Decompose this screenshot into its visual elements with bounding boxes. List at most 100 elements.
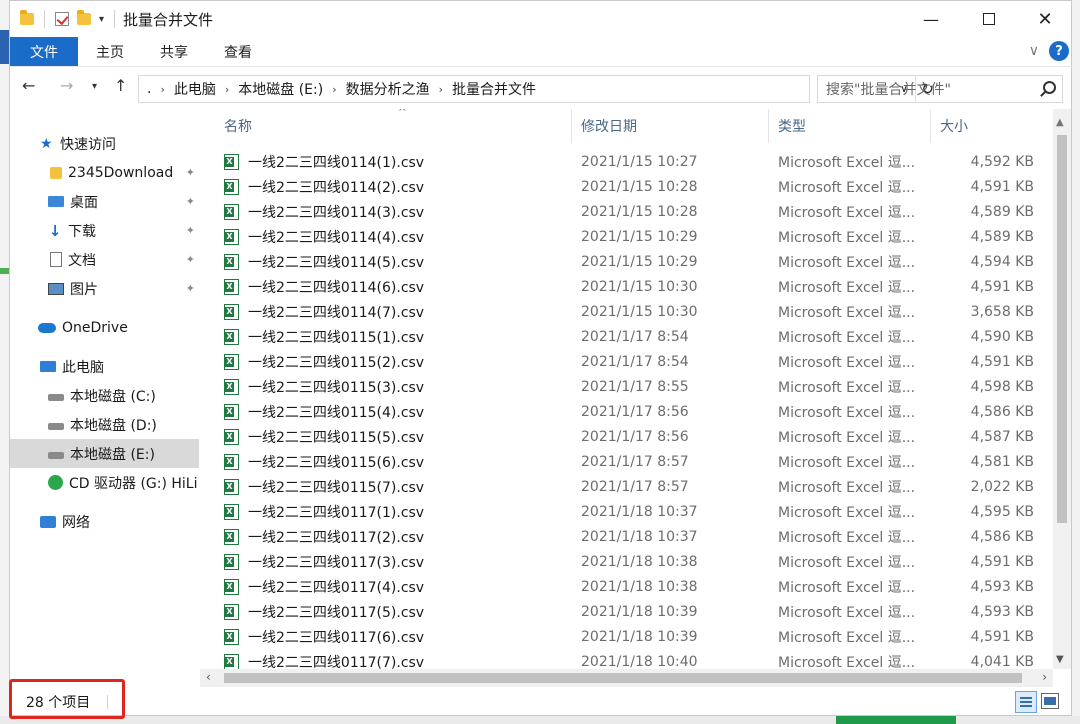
scroll-up-icon[interactable]: ▲ xyxy=(1056,117,1064,128)
file-type: Microsoft Excel 逗... xyxy=(778,204,916,221)
column-header-date[interactable]: 修改日期 xyxy=(572,109,769,143)
chevron-right-icon[interactable]: › xyxy=(439,83,443,96)
file-row[interactable]: 一线2二三四线0115(2).csv 2021/1/17 8:54 Microsof… xyxy=(200,349,1052,374)
file-row[interactable]: 一线2二三四线0115(3).csv 2021/1/17 8:55 Microsof… xyxy=(200,374,1052,399)
file-row[interactable]: 一线2二三四线0115(1).csv 2021/1/17 8:54 Microsof… xyxy=(200,324,1052,349)
pin-icon[interactable]: ✦ xyxy=(186,282,195,295)
recent-locations-dropdown-icon[interactable]: ▾ xyxy=(92,81,97,92)
nav-item-downloads[interactable]: ↓ 下载 ✦ xyxy=(10,216,199,245)
file-row[interactable]: 一线2二三四线0117(5).csv 2021/1/18 10:39 Microso… xyxy=(200,599,1052,624)
chevron-right-icon[interactable]: › xyxy=(225,83,229,96)
nav-item-desktop[interactable]: 桌面 ✦ xyxy=(10,187,199,216)
nav-item-label: 文档 xyxy=(68,252,96,269)
breadcrumb-drive-e[interactable]: 本地磁盘 (E:) xyxy=(238,79,323,99)
customize-toolbar-dropdown-icon[interactable]: ▾ xyxy=(99,14,104,25)
file-row[interactable]: 一线2二三四线0115(7).csv 2021/1/17 8:57 Microsof… xyxy=(200,474,1052,499)
close-button[interactable]: ✕ xyxy=(1015,1,1075,37)
background-app-left-edge xyxy=(0,0,9,724)
maximize-button[interactable] xyxy=(959,1,1019,37)
forward-arrow-icon[interactable]: → xyxy=(60,76,73,95)
file-row[interactable]: 一线2二三四线0114(4).csv 2021/1/15 10:29 Microso… xyxy=(200,224,1052,249)
nav-item-drive-d[interactable]: 本地磁盘 (D:) xyxy=(10,410,199,439)
column-header-size[interactable]: 大小 xyxy=(931,109,1052,143)
back-arrow-icon[interactable]: ← xyxy=(22,76,35,95)
file-row[interactable]: 一线2二三四线0117(3).csv 2021/1/18 10:38 Microso… xyxy=(200,549,1052,574)
nav-item-onedrive[interactable]: OneDrive xyxy=(10,313,199,342)
file-row[interactable]: 一线2二三四线0117(7).csv 2021/1/18 10:40 Microso… xyxy=(200,649,1052,669)
tab-view[interactable]: 查看 xyxy=(206,37,270,66)
file-name: 一线2二三四线0117(2).csv xyxy=(248,529,425,546)
tab-share[interactable]: 共享 xyxy=(142,37,206,66)
pin-icon[interactable]: ✦ xyxy=(186,253,195,266)
scroll-right-icon[interactable]: › xyxy=(1042,670,1047,684)
file-name-cell: 一线2二三四线0114(4).csv xyxy=(224,224,424,249)
excel-csv-file-icon xyxy=(224,553,239,570)
horizontal-scrollbar[interactable]: ‹ › xyxy=(200,669,1053,687)
nav-item-quick-access[interactable]: ★ 快速访问 xyxy=(10,129,199,158)
nav-item-label: 2345Download xyxy=(68,164,174,181)
file-row[interactable]: 一线2二三四线0114(1).csv 2021/1/15 10:27 Microso… xyxy=(200,149,1052,174)
scroll-left-icon[interactable]: ‹ xyxy=(206,670,211,684)
minimize-button[interactable]: — xyxy=(901,1,961,37)
file-modified-date: 2021/1/18 10:37 xyxy=(581,503,698,520)
nav-item-drive-c[interactable]: 本地磁盘 (C:) xyxy=(10,381,199,410)
chevron-right-icon[interactable]: › xyxy=(332,83,336,96)
file-row[interactable]: 一线2二三四线0114(2).csv 2021/1/15 10:28 Microso… xyxy=(200,174,1052,199)
help-icon[interactable]: ? xyxy=(1049,41,1069,61)
file-row[interactable]: 一线2二三四线0114(5).csv 2021/1/15 10:29 Microso… xyxy=(200,249,1052,274)
nav-item-documents[interactable]: 文档 ✦ xyxy=(10,245,199,274)
nav-item-network[interactable]: 网络 xyxy=(10,507,199,536)
breadcrumb-folder-analysis[interactable]: 数据分析之渔 xyxy=(346,79,430,99)
scroll-thumb[interactable] xyxy=(1057,135,1067,523)
file-name: 一线2二三四线0114(4).csv xyxy=(248,229,425,246)
breadcrumb-overflow[interactable]: . xyxy=(147,81,151,97)
details-view-icon[interactable] xyxy=(1015,691,1037,713)
excel-csv-file-icon xyxy=(224,453,239,470)
expand-ribbon-chevron-icon[interactable]: ∨ xyxy=(1029,43,1039,59)
search-icon[interactable] xyxy=(1043,81,1056,94)
search-input[interactable]: 搜索"批量合并文件" xyxy=(817,75,1063,103)
breadcrumb-this-pc[interactable]: 此电脑 xyxy=(174,79,216,99)
file-row[interactable]: 一线2二三四线0114(7).csv 2021/1/15 10:30 Microso… xyxy=(200,299,1052,324)
new-folder-icon[interactable] xyxy=(77,10,91,25)
file-row[interactable]: 一线2二三四线0115(5).csv 2021/1/17 8:56 Microsof… xyxy=(200,424,1052,449)
scroll-thumb[interactable] xyxy=(224,673,1022,683)
chevron-right-icon[interactable]: › xyxy=(160,83,164,96)
nav-item-pictures[interactable]: 图片 ✦ xyxy=(10,274,199,303)
pin-icon[interactable]: ✦ xyxy=(186,166,195,179)
column-header-name[interactable]: 名称 xyxy=(200,109,572,143)
file-type: Microsoft Excel 逗... xyxy=(778,354,916,371)
file-row[interactable]: 一线2二三四线0114(3).csv 2021/1/15 10:28 Microso… xyxy=(200,199,1052,224)
column-header-type[interactable]: 类型 xyxy=(769,109,931,143)
nav-item-cd-drive[interactable]: CD 驱动器 (G:) HiLi xyxy=(10,468,199,497)
address-bar[interactable]: . › 此电脑 › 本地磁盘 (E:) › 数据分析之渔 › 批量合并文件 ∨ … xyxy=(138,75,934,103)
pin-icon[interactable]: ✦ xyxy=(186,195,195,208)
tab-home[interactable]: 主页 xyxy=(78,37,142,66)
file-name: 一线2二三四线0115(1).csv xyxy=(248,329,425,346)
nav-item-this-pc[interactable]: 此电脑 xyxy=(10,352,199,381)
file-row[interactable]: 一线2二三四线0117(1).csv 2021/1/18 10:37 Microso… xyxy=(200,499,1052,524)
pin-icon[interactable]: ✦ xyxy=(186,224,195,237)
excel-csv-file-icon xyxy=(224,153,239,170)
vertical-scrollbar[interactable]: ▲ ▼ xyxy=(1053,109,1071,669)
nav-item-drive-e[interactable]: 本地磁盘 (E:) xyxy=(10,439,199,468)
file-type: Microsoft Excel 逗... xyxy=(778,554,916,571)
file-row[interactable]: 一线2二三四线0117(6).csv 2021/1/18 10:39 Microso… xyxy=(200,624,1052,649)
picture-icon xyxy=(48,282,64,295)
file-name: 一线2二三四线0117(6).csv xyxy=(248,629,425,646)
file-explorer-window: ▾ 批量合并文件 — ✕ 文件 主页 共享 查看 ∨ ? ← → ▾ ↑ . ›… xyxy=(9,0,1075,719)
file-row[interactable]: 一线2二三四线0114(6).csv 2021/1/15 10:30 Microso… xyxy=(200,274,1052,299)
scroll-down-icon[interactable]: ▼ xyxy=(1056,654,1064,665)
file-row[interactable]: 一线2二三四线0115(4).csv 2021/1/17 8:56 Microsof… xyxy=(200,399,1052,424)
up-arrow-icon[interactable]: ↑ xyxy=(114,76,127,95)
nav-item-2345download[interactable]: 2345Download ✦ xyxy=(10,158,199,187)
breadcrumb-current-folder[interactable]: 批量合并文件 xyxy=(452,79,536,99)
file-name: 一线2二三四线0114(7).csv xyxy=(248,304,425,321)
file-row[interactable]: 一线2二三四线0115(6).csv 2021/1/17 8:57 Microsof… xyxy=(200,449,1052,474)
file-row[interactable]: 一线2二三四线0117(4).csv 2021/1/18 10:38 Microso… xyxy=(200,574,1052,599)
tab-file[interactable]: 文件 xyxy=(10,37,78,66)
file-row[interactable]: 一线2二三四线0117(2).csv 2021/1/18 10:37 Microso… xyxy=(200,524,1052,549)
excel-csv-file-icon xyxy=(224,403,239,420)
large-icons-view-icon[interactable] xyxy=(1041,693,1059,709)
properties-icon[interactable] xyxy=(55,12,69,26)
